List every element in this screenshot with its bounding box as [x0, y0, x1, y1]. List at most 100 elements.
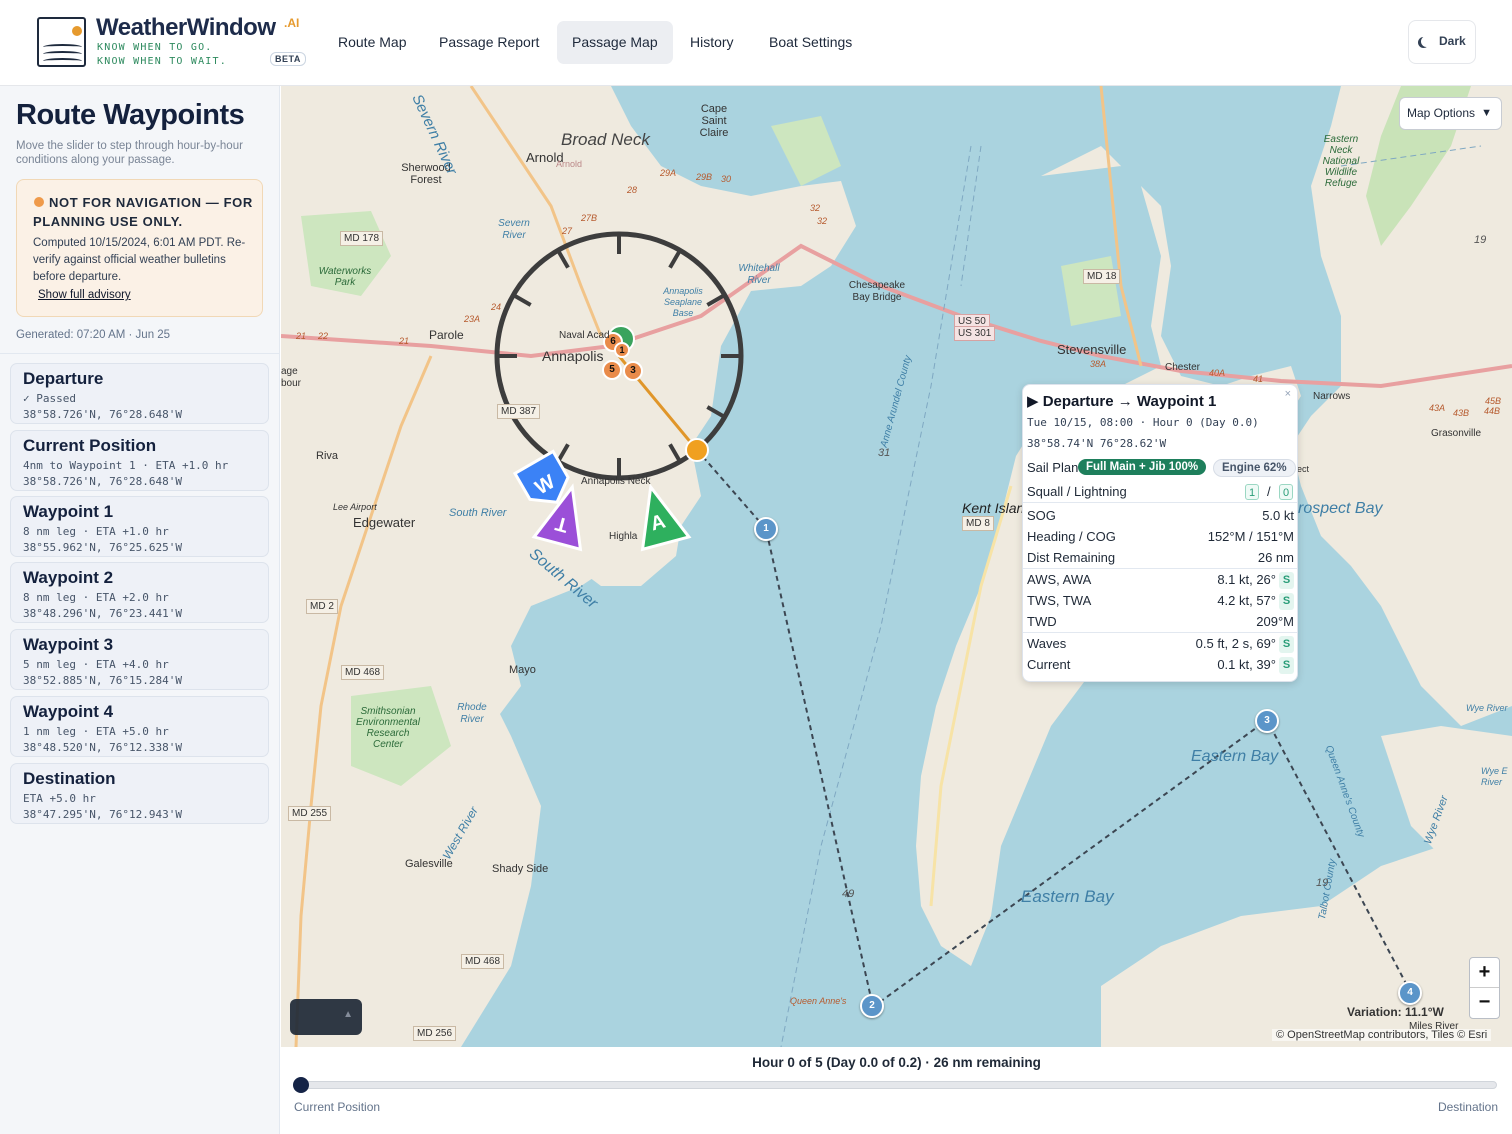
road-number: 43A [1429, 403, 1446, 413]
water-label: Whitehall River [738, 263, 780, 286]
waypoint-marker-4[interactable]: 4 [1398, 981, 1422, 1005]
place-label: Shady Side [492, 863, 549, 875]
water-label: Eastern Bay [1191, 748, 1279, 765]
cluster-marker-5[interactable]: 5 [602, 360, 622, 380]
tagline-1: KNOW WHEN TO GO. [97, 42, 213, 53]
place-label: Edgewater [353, 515, 416, 530]
nav-boat-settings[interactable]: Boat Settings [754, 21, 867, 64]
source-badge: S [1279, 636, 1294, 653]
place-label: Stevensville [1057, 342, 1127, 357]
road-number: 23A [464, 314, 481, 324]
current-row: Current 0.1 kt, 39° S [1023, 655, 1297, 676]
row-label: TWD [1027, 614, 1057, 629]
place-label: Broad Neck [561, 130, 650, 149]
hour-slider-track[interactable] [302, 1081, 1497, 1089]
row-label: Waves [1027, 636, 1067, 651]
route-shield: MD 468 [341, 665, 385, 680]
place-label: bour [281, 378, 302, 389]
legend-toggle-button[interactable]: ▲ [290, 999, 362, 1035]
waypoint-title: Destination [23, 769, 116, 788]
waypoint-status: ✓ Passed [23, 392, 76, 405]
water-label: Rhode River [457, 702, 487, 725]
row-label: Dist Remaining [1027, 550, 1116, 565]
engine-badge: Engine 62% [1213, 459, 1296, 477]
waypoint-title: Waypoint 1 [23, 502, 114, 521]
aws-row: AWS, AWA 8.1 kt, 26° S [1023, 570, 1297, 591]
navigation-advisory: NOT FOR NAVIGATION — FOR PLANNING USE ON… [16, 179, 263, 317]
waypoint-coords: 38°55.962'N, 76°25.625'W [23, 541, 182, 554]
leg-details-popup: × ▶ Departure → Waypoint 1 Tue 10/15, 08… [1022, 384, 1298, 682]
row-value: 152°M / 151°M [1207, 529, 1294, 544]
show-advisory-link[interactable]: Show full advisory [38, 289, 131, 301]
waypoint-card-2[interactable]: Waypoint 2 8 nm leg · ETA +2.0 hr 38°48.… [10, 562, 269, 623]
waypoint-card-current-position[interactable]: Current Position 4nm to Waypoint 1 · ETA… [10, 430, 269, 491]
cluster-marker-3[interactable]: 3 [623, 361, 643, 381]
logo-icon[interactable] [37, 17, 86, 67]
hour-slider-thumb[interactable] [293, 1077, 309, 1093]
place-label: Naval Acad [559, 330, 610, 341]
nav-history[interactable]: History [675, 21, 749, 64]
waypoint-card-4[interactable]: Waypoint 4 1 nm leg · ETA +5.0 hr 38°48.… [10, 696, 269, 757]
place-label: Arnold [556, 159, 583, 169]
park-area [771, 116, 841, 186]
road-number: 21 [399, 336, 410, 346]
row-label: AWS, AWA [1027, 572, 1092, 587]
road-number: 29B [696, 172, 713, 182]
place-label: Grasonville [1431, 428, 1482, 439]
heading-row: Heading / COG 152°M / 151°M [1023, 527, 1297, 548]
slider-end-label: Destination [1437, 1100, 1498, 1114]
map-options-label: Map Options [1407, 106, 1476, 120]
route-shield: MD 256 [413, 1026, 457, 1041]
sail-plan-row: Sail Plan Full Main + Jib 100% Engine 62… [1023, 458, 1297, 479]
dark-mode-toggle[interactable]: Dark [1408, 20, 1476, 64]
waypoint-marker-3[interactable]: 3 [1255, 709, 1279, 733]
place-label: Annapolis Neck [581, 476, 651, 487]
place-label: Queen Anne's [790, 996, 847, 1006]
sidebar-subtitle: Move the slider to step through hour-by-… [16, 140, 243, 166]
map-options-dropdown[interactable]: Map Options ▼ [1399, 97, 1502, 130]
place-label: Annapolis [542, 348, 604, 364]
waypoint-card-1[interactable]: Waypoint 1 8 nm leg · ETA +1.0 hr 38°55.… [10, 496, 269, 557]
zoom-in-button[interactable]: + [1470, 958, 1499, 988]
water-label: Wye River [1466, 703, 1508, 713]
road-number: 38A [1090, 359, 1107, 369]
passage-map[interactable]: W T A 6 5 3 1 1 2 3 4 Broad Neck Arnold … [281, 86, 1512, 1047]
divider [0, 353, 280, 354]
row-value: 26 nm [1257, 550, 1294, 565]
water-label: Wye E River [1481, 766, 1508, 787]
road-number: 21 [296, 331, 307, 341]
waypoint-card-departure[interactable]: Departure ✓ Passed 38°58.726'N, 76°28.64… [10, 363, 269, 424]
place-label: Mayo [509, 664, 536, 676]
time-slider-panel: Hour 0 of 5 (Day 0.0 of 0.2) · 26 nm rem… [281, 1047, 1512, 1134]
route-shield: US 301 [954, 326, 996, 341]
wave-icon [43, 44, 82, 50]
waypoint-marker-1[interactable]: 1 [754, 517, 778, 541]
waypoints-sidebar: Route Waypoints Move the slider to step … [0, 86, 280, 1134]
road-number: 32 [810, 203, 821, 213]
zoom-control: + − [1469, 957, 1500, 1019]
brand-name[interactable]: WeatherWindow [96, 14, 276, 42]
cluster-marker-1[interactable]: 1 [614, 342, 630, 358]
place-label: Chesapeake Bay Bridge [848, 280, 906, 303]
row-value: 4.2 kt, 57° [1217, 593, 1276, 608]
place-label: Highla [609, 531, 638, 542]
zoom-out-button[interactable]: − [1470, 988, 1499, 1018]
source-badge: S [1279, 657, 1294, 674]
waypoint-status: ETA +5.0 hr [23, 792, 96, 805]
waypoint-status: 1 nm leg · ETA +5.0 hr [23, 725, 169, 738]
waypoint-card-destination[interactable]: Destination ETA +5.0 hr 38°47.295'N, 76°… [10, 763, 269, 824]
route-shield: MD 468 [461, 954, 505, 969]
depth-sounding: 31 [878, 447, 891, 459]
close-icon[interactable]: × [1285, 388, 1291, 400]
water-label: South River [449, 507, 507, 519]
road-number: 24 [491, 302, 502, 312]
waypoint-marker-2[interactable]: 2 [860, 994, 884, 1018]
place-label: Lee Airport [333, 502, 377, 512]
row-label: SOG [1027, 508, 1056, 523]
park-area [1061, 256, 1121, 326]
nav-passage-map[interactable]: Passage Map [557, 21, 673, 64]
nav-route-map[interactable]: Route Map [323, 21, 421, 64]
popup-title-text: Departure → Waypoint 1 [1042, 393, 1217, 410]
waypoint-card-3[interactable]: Waypoint 3 5 nm leg · ETA +4.0 hr 38°52.… [10, 629, 269, 690]
nav-passage-report[interactable]: Passage Report [424, 21, 554, 64]
